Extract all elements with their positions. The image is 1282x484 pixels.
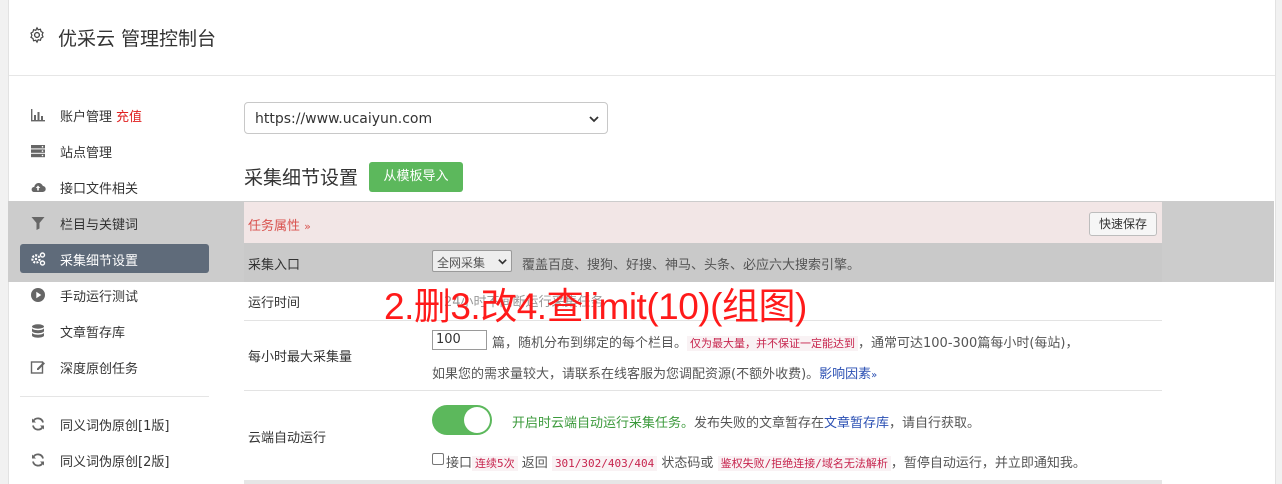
- recharge-link[interactable]: 充值: [116, 110, 142, 125]
- double-chevron-down-icon: »: [304, 220, 311, 233]
- max-per-hour-desc-line2: 如果您的需求量较大，请联系在线客服为您调配资源(不额外收费)。影响因素»: [432, 367, 878, 382]
- cloud-auto-run-toggle[interactable]: [432, 405, 492, 435]
- sidebar-item-label: 栏目与关键词: [60, 218, 139, 233]
- refresh-icon: [32, 453, 44, 467]
- play-circle-icon: [31, 288, 45, 302]
- max-note-code: 仅为最大量，并不保证一定能达到: [687, 336, 859, 351]
- sidebar-item-label: 文章暂存库: [60, 326, 126, 341]
- bar-chart-icon: [31, 109, 45, 122]
- sidebar-item-account[interactable]: 账户管理 充值: [20, 100, 209, 129]
- site-select[interactable]: https://www.ucaiyun.com: [244, 102, 608, 134]
- gear-icon: [30, 26, 44, 44]
- toggle-knob: [464, 407, 490, 433]
- sidebar-item-label: 深度原创任务: [60, 362, 139, 377]
- entry-select[interactable]: 全网采集: [432, 250, 512, 272]
- annotation-overlay: 2.删3.改4.查limit(10)(组图): [384, 286, 807, 327]
- header-bar: 优采云 管理控制台: [9, 0, 1275, 76]
- task-attributes-tab[interactable]: 任务属性 »: [248, 215, 311, 234]
- sidebar-item-sites[interactable]: 站点管理: [20, 136, 209, 165]
- page-title: 优采云 管理控制台: [58, 28, 217, 50]
- section-title: 采集细节设置: [244, 167, 359, 189]
- sidebar-item-label: 手动运行测试: [60, 290, 139, 305]
- database-icon: [32, 324, 44, 338]
- sidebar-item-columns[interactable]: 栏目与关键词: [20, 208, 209, 237]
- quick-save-button[interactable]: 快速保存: [1089, 212, 1157, 236]
- row-divider: [244, 390, 1162, 391]
- task-attributes-row: 任务属性 » 快速保存: [244, 202, 1162, 243]
- influence-factors-link[interactable]: 影响因素»: [819, 367, 877, 382]
- sidebar-item-label: 接口文件相关: [60, 182, 139, 197]
- runtime-label: 运行时间: [248, 296, 301, 311]
- sidebar-item-synonym-v1[interactable]: 同义词伪原创[1版]: [20, 409, 209, 438]
- sidebar-item-deep-original[interactable]: 深度原创任务: [20, 352, 209, 381]
- entry-select-value: 全网采集: [437, 256, 486, 270]
- max-per-hour-desc-line1: 篇，随机分布到绑定的每个栏目。 仅为最大量，并不保证一定能达到 ，通常可达100-3…: [492, 336, 1079, 351]
- site-select-value: https://www.ucaiyun.com: [255, 111, 433, 127]
- refresh-icon: [32, 417, 44, 431]
- chevron-down-icon: [589, 116, 599, 123]
- sidebar-item-collect-settings[interactable]: 采集细节设置: [20, 244, 209, 273]
- sidebar-item-article-store[interactable]: 文章暂存库: [20, 316, 209, 345]
- double-chevron-down-icon: »: [871, 370, 878, 381]
- max-per-hour-label: 每小时最大采集量: [248, 350, 353, 365]
- bottom-divider: [244, 480, 1162, 484]
- entry-label: 采集入口: [248, 258, 301, 273]
- sidebar-item-label: 账户管理: [60, 110, 113, 125]
- cloud-upload-icon: [31, 183, 46, 193]
- sidebar-item-label: 站点管理: [60, 146, 113, 161]
- filter-icon: [31, 217, 45, 230]
- cogs-icon: [31, 252, 46, 266]
- sidebar-divider: [20, 396, 209, 397]
- sidebar-item-label: 同义词伪原创[1版]: [60, 419, 170, 434]
- sidebar-item-label: 同义词伪原创[2版]: [60, 455, 170, 470]
- sidebar-item-manual-run[interactable]: 手动运行测试: [20, 280, 209, 309]
- sidebar-item-label: 采集细节设置: [60, 254, 139, 269]
- article-store-link[interactable]: 文章暂存库: [824, 416, 889, 431]
- import-template-button[interactable]: 从模板导入: [369, 162, 463, 192]
- pause-on-error-checkbox[interactable]: [432, 453, 444, 465]
- cloud-auto-run-desc: 开启时云端自动运行采集任务。发布失败的文章暂存在文章暂存库，请自行获取。: [512, 416, 981, 431]
- entry-description: 覆盖百度、搜狗、好搜、神马、头条、必应六大搜索引擎。: [522, 258, 861, 273]
- pause-on-error-desc: 接口 连续5次 返回 301/302/403/404 状态码或 鉴权失败/拒绝连接…: [446, 456, 1086, 471]
- cloud-auto-run-label: 云端自动运行: [248, 431, 327, 446]
- chevron-down-icon: [498, 259, 507, 265]
- server-icon: [31, 145, 45, 158]
- edit-icon: [30, 361, 45, 374]
- max-per-hour-input[interactable]: 100: [432, 330, 487, 350]
- sidebar-item-synonym-v2[interactable]: 同义词伪原创[2版]: [20, 445, 209, 474]
- sidebar-item-interface[interactable]: 接口文件相关: [20, 172, 209, 201]
